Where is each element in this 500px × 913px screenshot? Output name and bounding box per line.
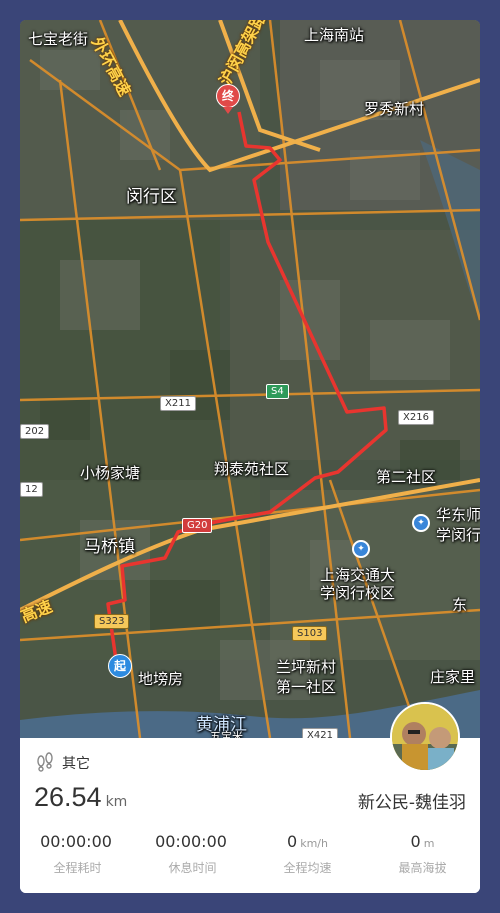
route-start-marker[interactable]: 起 [108,654,132,678]
road-shield: S103 [292,626,328,641]
stat-value: 0 [287,832,298,851]
stat-unit: m [423,837,435,850]
stat-total-time: 00:00:00 全程耗时 [20,832,135,876]
distance-unit: km [105,794,128,810]
road-shield: S323 [94,614,130,629]
place-label: 马桥镇 [84,537,135,557]
school-icon: ✦ [412,514,430,532]
road-shield: G20 [182,518,213,533]
road-shield: S4 [266,384,289,399]
stat-label: 休息时间 [168,861,217,875]
place-label: 东 [452,596,468,614]
avatar[interactable] [390,702,460,772]
place-label: 罗秀新村 [364,100,425,118]
place-label: 第二社区 [376,468,437,486]
place-label: 兰坪新村 [276,658,337,676]
road-shield: 12 [20,482,43,497]
road-shield: X421 [302,728,338,738]
place-label: 地塝房 [138,670,184,688]
stat-max-altitude: 0m 最高海拔 [365,832,480,876]
place-label: 学闵行校区 [320,584,396,602]
place-label: 学闵行 [436,526,480,544]
place-label: 五宝米 [210,730,243,738]
school-icon: ✦ [352,540,370,558]
stat-label: 最高海拔 [398,861,447,875]
stat-value: 00:00:00 [40,832,112,851]
place-label: 华东师 [436,506,480,524]
sport-type-label: 其它 [62,756,90,772]
place-label: 第一社区 [276,678,337,696]
avatar-image [392,704,458,770]
distance: 26.54 km [34,782,127,813]
workout-summary: 其它 26.54 km 新公民-魏佳羽 00:00:00 全程耗时 00:00:… [20,702,480,893]
place-label: 小杨家塘 [80,464,141,482]
distance-value: 26.54 [34,782,102,812]
stat-rest-time: 00:00:00 休息时间 [135,832,250,876]
stats-row: 00:00:00 全程耗时 00:00:00 休息时间 0 km/h 全程均速 0… [20,832,480,876]
stat-label: 全程耗时 [53,861,102,875]
route-end-marker-tail [223,107,233,114]
stat-label: 全程均速 [283,861,332,875]
stat-average-speed: 0 km/h 全程均速 [250,832,365,876]
route-end-marker[interactable]: 终 [216,84,240,108]
stat-unit: km/h [300,837,328,850]
road-shield: X211 [160,396,196,411]
road-shield: 202 [20,424,50,439]
place-label: 上海南站 [304,26,365,44]
place-label: 七宝老街 [28,30,89,48]
map-background [20,20,480,738]
stat-value: 0 [410,832,421,851]
sport-type-row: 其它 [34,752,90,774]
footprints-icon [37,752,53,772]
place-label: 闵行区 [126,187,177,207]
username: 新公民-魏佳羽 [357,793,466,813]
place-label: 翔泰苑社区 [214,460,290,478]
route-map[interactable]: 七宝老街 上海南站 闵行区 罗秀新村 小杨家塘 翔泰苑社区 第二社区 华东师 学… [20,20,480,738]
workout-card: 七宝老街 上海南站 闵行区 罗秀新村 小杨家塘 翔泰苑社区 第二社区 华东师 学… [20,20,480,893]
road-shield: X216 [398,410,434,425]
stat-value: 00:00:00 [155,832,227,851]
place-label: 庄家里 [430,668,476,686]
